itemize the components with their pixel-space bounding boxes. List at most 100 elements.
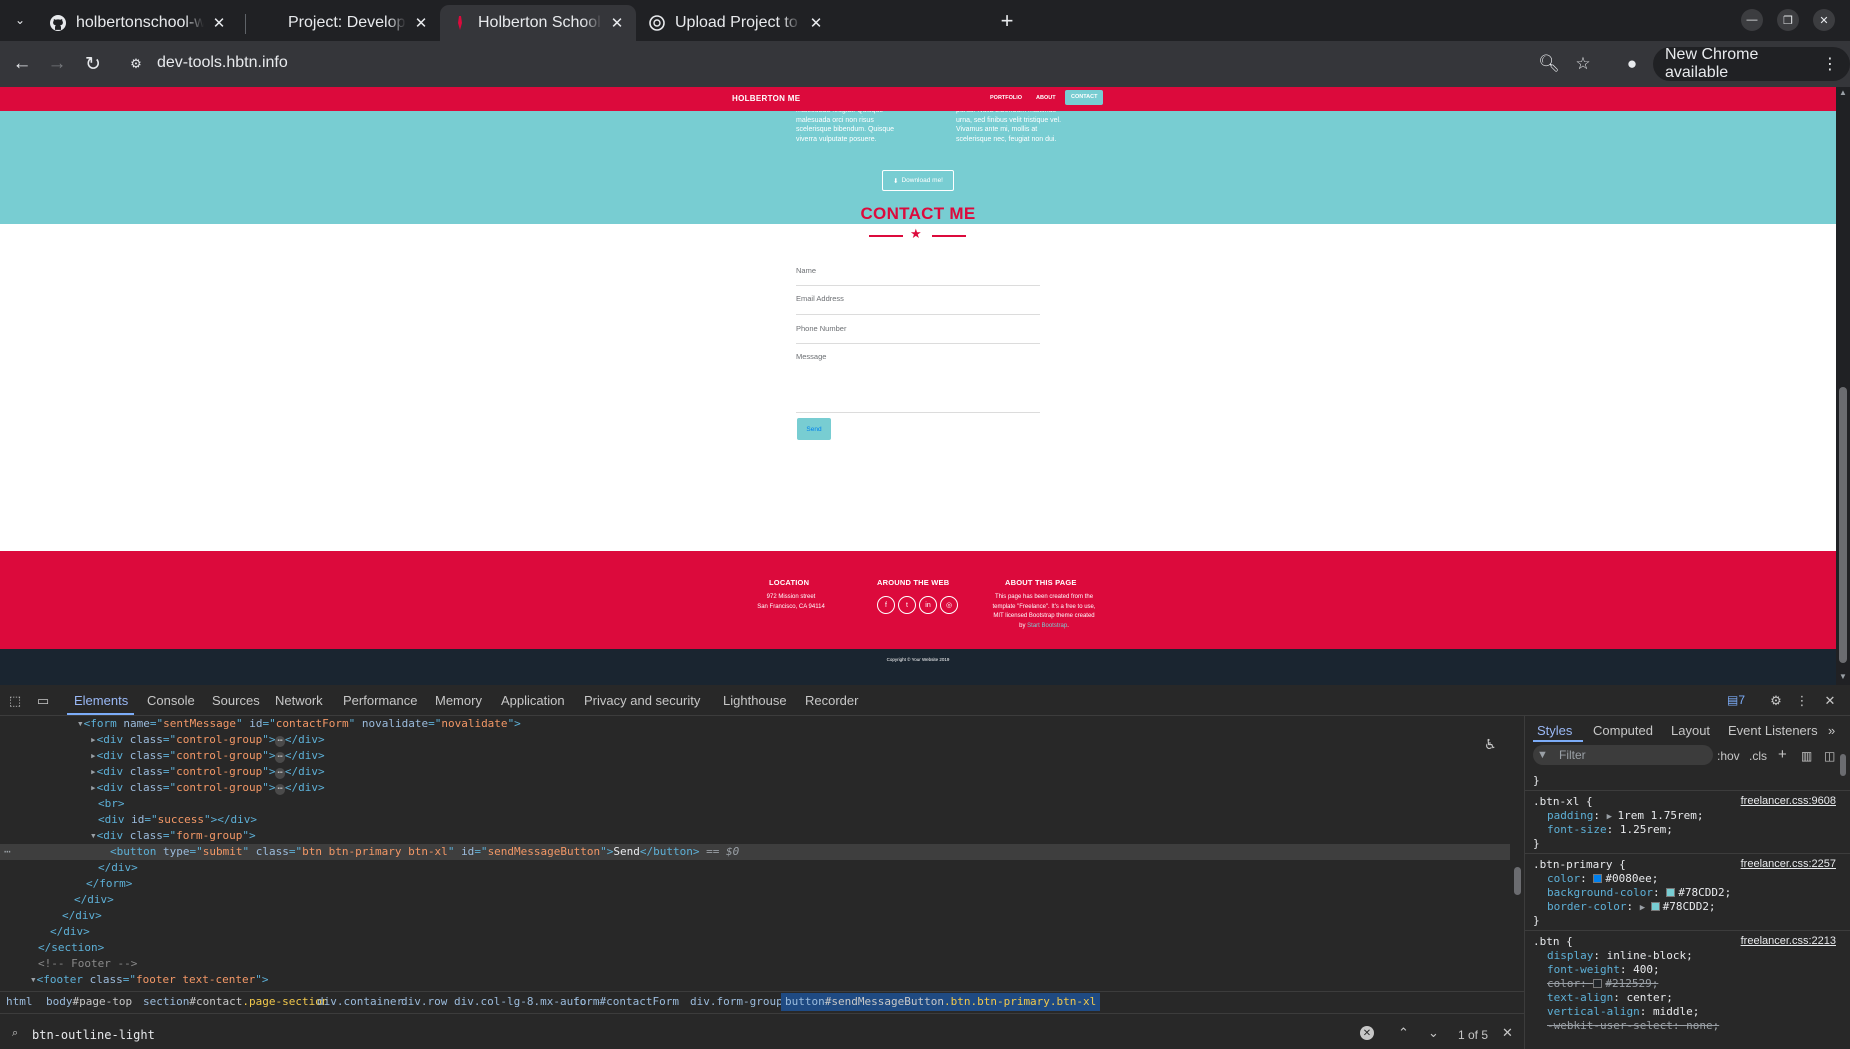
breadcrumb-item[interactable]: section#contact.page-section (143, 995, 328, 1008)
styles-tab-event-listeners[interactable]: Event Listeners (1728, 723, 1818, 738)
cls-toggle[interactable]: .cls (1749, 749, 1767, 763)
scroll-up-icon[interactable]: ▲ (1839, 89, 1847, 97)
forward-button[interactable]: → (43, 50, 71, 78)
breadcrumb-item[interactable]: html (6, 995, 33, 1008)
css-declaration[interactable]: text-align: center; (1547, 991, 1673, 1005)
dom-node-control-group[interactable]: ▸<div class="control-group"> ⋯ </div> (90, 780, 325, 796)
dom-node-control-group[interactable]: ▸<div class="control-group"> ⋯ </div> (90, 732, 325, 748)
close-icon[interactable]: ✕ (412, 14, 430, 32)
styles-tab-layout[interactable]: Layout (1671, 723, 1710, 738)
zoom-button[interactable]: 🔍︎ (1536, 51, 1562, 77)
dom-node-close-div[interactable]: </div> (50, 924, 90, 940)
kebab-menu-icon[interactable]: ⋮ (1792, 691, 1812, 711)
nav-link-contact[interactable]: CONTACT (1065, 90, 1104, 105)
color-swatch[interactable] (1666, 888, 1676, 897)
css-selector[interactable]: .btn-xl { (1533, 795, 1593, 809)
site-brand[interactable]: HOLBERTON ME (732, 94, 800, 103)
css-declaration[interactable]: border-color: ▶ #78CDD2; (1547, 900, 1716, 914)
email-field[interactable]: Email Address (796, 293, 1040, 315)
page-scrollbar[interactable]: ▲ ▼ (1836, 87, 1850, 685)
devtools-tab-performance[interactable]: Performance (343, 693, 417, 708)
color-swatch[interactable] (1650, 902, 1660, 911)
close-window-button[interactable]: ✕ (1813, 9, 1835, 31)
dom-node-comment[interactable]: <!-- Footer --> (38, 956, 137, 972)
breadcrumb-item[interactable]: div.row (401, 995, 447, 1008)
styles-tab-styles[interactable]: Styles (1537, 723, 1572, 738)
breadcrumb-item[interactable]: body#page-top (46, 995, 132, 1008)
breadcrumb-item-selected[interactable]: button#sendMessageButton.btn.btn-primary… (781, 993, 1101, 1011)
minimize-button[interactable]: — (1741, 9, 1763, 31)
breadcrumb-item[interactable]: form#contactForm (573, 995, 679, 1008)
start-bootstrap-link[interactable]: Start Bootstrap (1027, 623, 1067, 629)
breadcrumb-item[interactable]: div.form-group (690, 995, 783, 1008)
devtools-tab-memory[interactable]: Memory (435, 693, 482, 708)
dom-node-success[interactable]: <div id="success"></div> (98, 812, 257, 828)
dom-node-send-button-selected[interactable]: ⋯ <button type="submit" class="btn btn-pr… (0, 844, 1510, 860)
browser-tab-github[interactable]: holbertonschool-web_fro ✕ (38, 5, 238, 41)
css-source-link[interactable]: freelancer.css:2257 (1741, 858, 1836, 870)
css-source-link[interactable]: freelancer.css:2213 (1741, 935, 1836, 947)
devtools-tab-console[interactable]: Console (147, 693, 195, 708)
close-icon[interactable]: ✕ (210, 14, 228, 32)
browser-tab-openai[interactable]: Upload Project to GitHub ✕ (637, 5, 835, 41)
browser-tab-project[interactable]: Project: Developer tools ✕ (250, 5, 440, 41)
devtools-tab-privacy[interactable]: Privacy and security (584, 693, 700, 708)
css-declaration[interactable]: vertical-align: middle; (1547, 1005, 1699, 1019)
css-declaration[interactable]: color: #0080ee; (1547, 872, 1658, 886)
new-style-rule-icon[interactable]: + (1778, 746, 1787, 763)
css-declaration[interactable]: background-color: #78CDD2; (1547, 886, 1731, 900)
css-declaration[interactable]: font-size: 1.25rem; (1547, 823, 1673, 837)
css-selector[interactable]: .btn { (1533, 935, 1573, 949)
styles-tab-computed[interactable]: Computed (1593, 723, 1653, 738)
dribbble-link[interactable]: ◎ (940, 596, 958, 614)
site-info-button[interactable]: ⚙ (126, 54, 146, 74)
devtools-tab-network[interactable]: Network (275, 693, 323, 708)
paint-brush-icon[interactable]: ▥ (1801, 749, 1812, 763)
new-chrome-available-button[interactable]: New Chrome available ⋮ (1653, 46, 1850, 81)
scrollbar-thumb[interactable] (1840, 754, 1846, 776)
dom-node-control-group[interactable]: ▸<div class="control-group"> ⋯ </div> (90, 748, 325, 764)
styles-filter-input[interactable]: Filter (1533, 745, 1713, 765)
color-swatch[interactable] (1593, 874, 1603, 883)
css-source-link[interactable]: freelancer.css:9608 (1741, 795, 1836, 807)
restore-button[interactable]: ❐ (1777, 9, 1799, 31)
nav-link-about[interactable]: ABOUT (1036, 95, 1056, 101)
previous-match-icon[interactable]: ⌃ (1398, 1025, 1409, 1041)
css-declaration-overridden[interactable]: color: #212529; (1547, 977, 1658, 991)
browser-tab-holberton[interactable]: Holberton School - Devel ✕ (440, 5, 636, 41)
color-swatch[interactable] (1593, 979, 1603, 988)
devtools-tab-lighthouse[interactable]: Lighthouse (723, 693, 787, 708)
dom-node-close-div[interactable]: </div> (62, 908, 102, 924)
address-bar[interactable]: dev-tools.hbtn.info (157, 54, 288, 72)
styles-scrollbar[interactable] (1838, 740, 1848, 1040)
scroll-down-icon[interactable]: ▼ (1839, 673, 1847, 681)
phone-field[interactable]: Phone Number (796, 323, 1040, 344)
close-devtools-icon[interactable]: ✕ (1820, 691, 1840, 711)
dom-tree-panel[interactable]: ▾<form name="sentMessage" id="contactFor… (0, 716, 1512, 991)
toggle-sidebar-icon[interactable]: ◫ (1824, 749, 1835, 763)
dom-node-br[interactable]: <br> (98, 796, 125, 812)
reload-button[interactable]: ↻ (79, 50, 107, 78)
devtools-tab-recorder[interactable]: Recorder (805, 693, 858, 708)
back-button[interactable]: ← (8, 50, 36, 78)
dom-node-close-div[interactable]: </div> (74, 892, 114, 908)
devtools-tab-elements[interactable]: Elements (74, 693, 128, 708)
devtools-tab-application[interactable]: Application (501, 693, 565, 708)
close-search-icon[interactable]: ✕ (1502, 1025, 1513, 1041)
devtools-tab-sources[interactable]: Sources (212, 693, 260, 708)
more-options-icon[interactable]: ⋯ (4, 844, 11, 860)
name-field[interactable]: Name (796, 266, 1040, 286)
nav-link-portfolio[interactable]: PORTFOLIO (990, 95, 1022, 101)
css-selector[interactable]: .btn-primary { (1533, 858, 1626, 872)
css-declaration[interactable]: padding: ▶ 1rem 1.75rem; (1547, 809, 1704, 823)
send-button[interactable]: Send (797, 418, 831, 440)
profile-button[interactable]: ● (1619, 51, 1645, 77)
css-declaration[interactable]: font-weight: 400; (1547, 963, 1660, 977)
inspect-element-icon[interactable]: ⬚ (5, 691, 25, 711)
css-declaration-overridden[interactable]: -webkit-user-select: none; (1547, 1019, 1719, 1033)
accessibility-icon[interactable]: ♿ (1484, 736, 1497, 753)
close-icon[interactable]: ✕ (608, 14, 626, 32)
dom-node-footer[interactable]: ▾<footer class="footer text-center"> (30, 972, 268, 988)
dom-tree-scrollbar[interactable] (1512, 716, 1524, 991)
next-match-icon[interactable]: ⌄ (1428, 1025, 1439, 1041)
